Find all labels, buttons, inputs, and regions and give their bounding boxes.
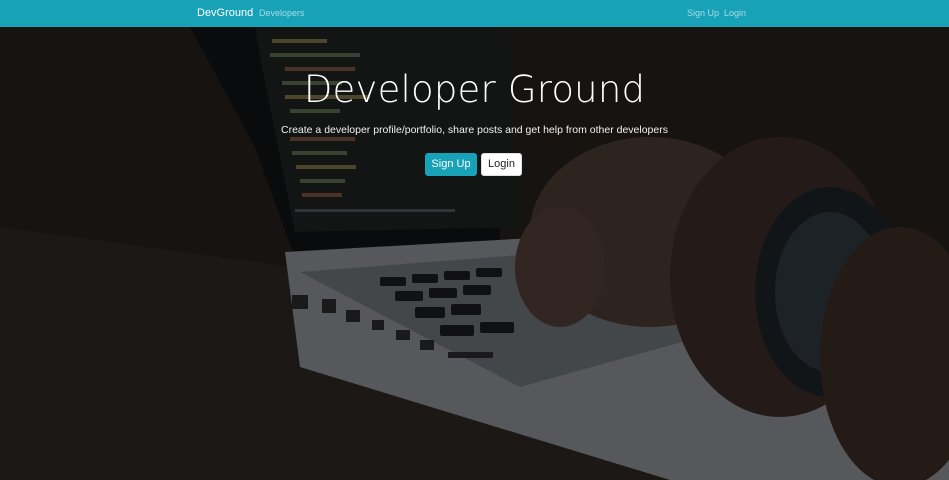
hero-title: Developer Ground bbox=[303, 68, 646, 111]
navbar: DevGround Developers Sign Up Login bbox=[0, 0, 949, 27]
brand-link[interactable]: DevGround bbox=[197, 7, 253, 19]
hero-signup-button[interactable]: Sign Up bbox=[425, 153, 477, 176]
nav-login-link[interactable]: Login bbox=[724, 8, 746, 18]
nav-signup-link[interactable]: Sign Up bbox=[687, 8, 719, 18]
navbar-inner: DevGround Developers Sign Up Login bbox=[197, 0, 746, 27]
hero-section: Developer Ground Create a developer prof… bbox=[0, 27, 949, 480]
nav-developers-link[interactable]: Developers bbox=[259, 8, 305, 18]
landing-page: DevGround Developers Sign Up Login Devel… bbox=[0, 0, 949, 480]
hero-login-button[interactable]: Login bbox=[481, 153, 522, 176]
hero-lead-text: Create a developer profile/portfolio, sh… bbox=[281, 124, 668, 136]
